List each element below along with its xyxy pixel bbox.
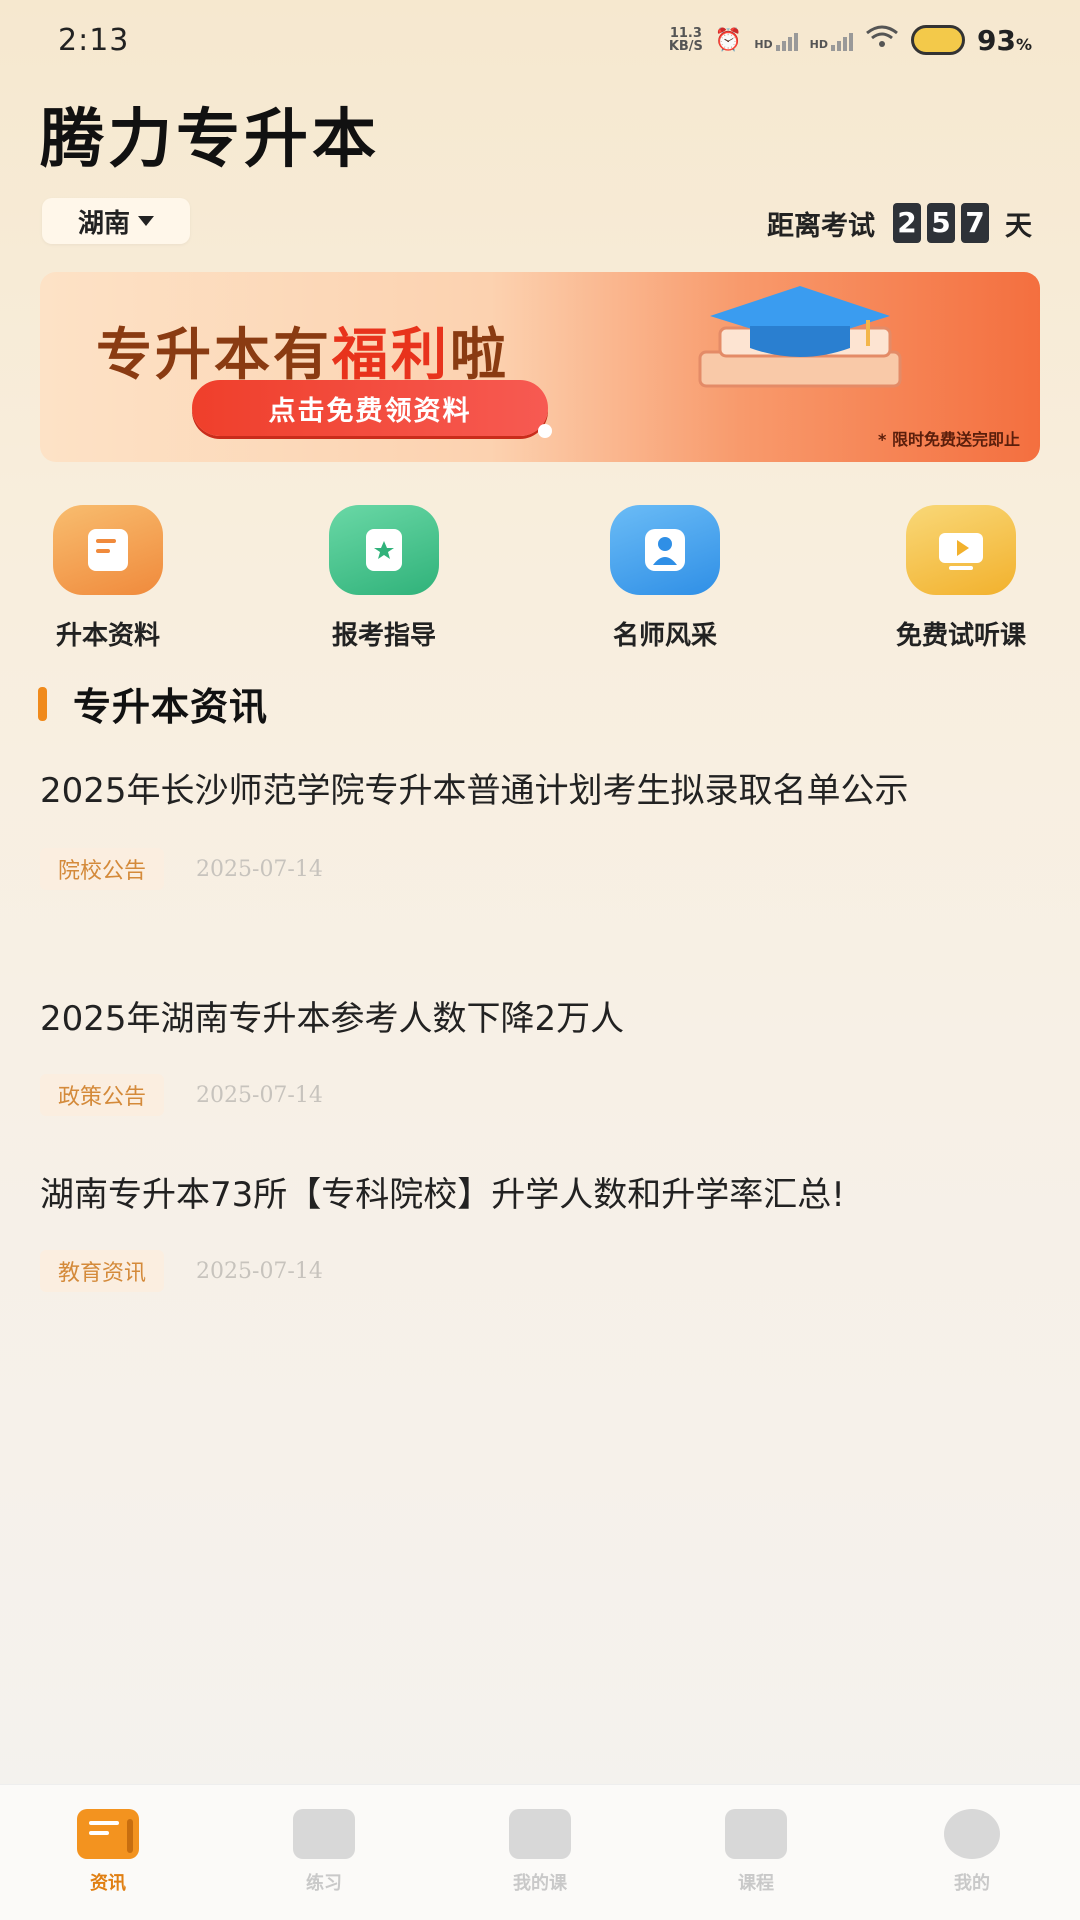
- exam-countdown: 距离考试 2 5 7 天: [767, 200, 1032, 246]
- sim2-signal-icon: HD: [810, 29, 853, 51]
- battery-level: 93%: [977, 23, 1032, 57]
- banner-headline: 专升本有福利啦: [96, 323, 509, 388]
- news-item[interactable]: 湖南专升本73所【专科院校】升学人数和升学率汇总! 教育资讯 2025-07-1…: [40, 1170, 1040, 1292]
- countdown-unit: 天: [1005, 210, 1032, 242]
- tab-my-courses[interactable]: 我的课: [432, 1785, 648, 1920]
- news-tag: 教育资讯: [40, 1250, 165, 1292]
- section-accent-bar: [38, 686, 47, 721]
- star-book-icon: [329, 505, 439, 595]
- wifi-icon: [865, 24, 899, 56]
- quick-entry-guide[interactable]: 报考指导: [299, 505, 469, 652]
- book-tab-icon: [509, 1809, 571, 1859]
- countdown-label: 距离考试: [767, 210, 875, 242]
- bottom-tab-bar: 资讯 练习 我的课 课程 我的: [0, 1784, 1080, 1920]
- promo-banner[interactable]: 专升本有福利啦 点击免费领资料 * 限时免费送完即止: [40, 272, 1040, 462]
- alarm-icon: ⏰: [714, 27, 743, 53]
- news-date: 2025-07-14: [196, 856, 323, 882]
- countdown-digit: 7: [961, 203, 989, 243]
- news-tab-icon: [77, 1809, 139, 1859]
- quick-entry-materials[interactable]: 升本资料: [23, 505, 193, 652]
- news-tag: 院校公告: [40, 848, 165, 890]
- status-icons: 11.3 KB/S ⏰ HD HD 93%: [669, 24, 1032, 57]
- tab-news[interactable]: 资讯: [0, 1785, 216, 1920]
- caret-down-icon: [138, 216, 154, 226]
- news-item[interactable]: 2025年湖南专升本参考人数下降2万人 政策公告 2025-07-14: [40, 994, 1040, 1116]
- news-title: 2025年长沙师范学院专升本普通计划考生拟录取名单公示: [40, 771, 909, 811]
- tab-practice[interactable]: 练习: [216, 1785, 432, 1920]
- weather-cloud-icon: [911, 25, 965, 55]
- video-play-icon: [906, 505, 1016, 595]
- sim1-signal-icon: HD: [754, 29, 798, 51]
- monitor-tab-icon: [293, 1809, 355, 1859]
- app-title: 腾力专升本: [40, 103, 380, 177]
- document-icon: [53, 505, 163, 595]
- graduation-cap-icon: [698, 286, 902, 388]
- profile-tab-icon: [944, 1809, 1000, 1859]
- countdown-digit: 2: [893, 203, 921, 243]
- teacher-icon: [610, 505, 720, 595]
- section-header: 专升本资讯: [38, 676, 268, 731]
- region-select[interactable]: 湖南: [42, 198, 190, 244]
- quick-entry-teachers[interactable]: 名师风采: [580, 505, 750, 652]
- carousel-indicator: [538, 424, 552, 438]
- status-time: 2:13: [58, 22, 130, 58]
- section-title: 专升本资讯: [73, 685, 269, 729]
- network-speed: 11.3 KB/S: [668, 26, 703, 54]
- banner-cta-button[interactable]: 点击免费领资料: [192, 380, 548, 436]
- news-title: 2025年湖南专升本参考人数下降2万人: [40, 999, 625, 1039]
- news-date: 2025-07-14: [196, 1082, 323, 1108]
- tab-profile[interactable]: 我的: [864, 1785, 1080, 1920]
- video-tab-icon: [725, 1809, 787, 1859]
- news-title: 湖南专升本73所【专科院校】升学人数和升学率汇总!: [40, 1175, 845, 1215]
- quick-entry-free-trial[interactable]: 免费试听课: [876, 505, 1046, 652]
- news-item[interactable]: 2025年长沙师范学院专升本普通计划考生拟录取名单公示 院校公告 2025-07…: [40, 766, 1040, 890]
- news-tag: 政策公告: [40, 1074, 165, 1116]
- quick-entries: 升本资料 报考指导 名师风采 免费试听课: [0, 505, 1080, 651]
- status-bar: 2:13 11.3 KB/S ⏰ HD HD 93%: [0, 0, 1080, 80]
- tab-courses[interactable]: 课程: [648, 1785, 864, 1920]
- news-date: 2025-07-14: [196, 1258, 323, 1284]
- countdown-digit: 5: [927, 203, 955, 243]
- region-label: 湖南: [77, 208, 130, 239]
- banner-note: * 限时免费送完即止: [878, 430, 1020, 449]
